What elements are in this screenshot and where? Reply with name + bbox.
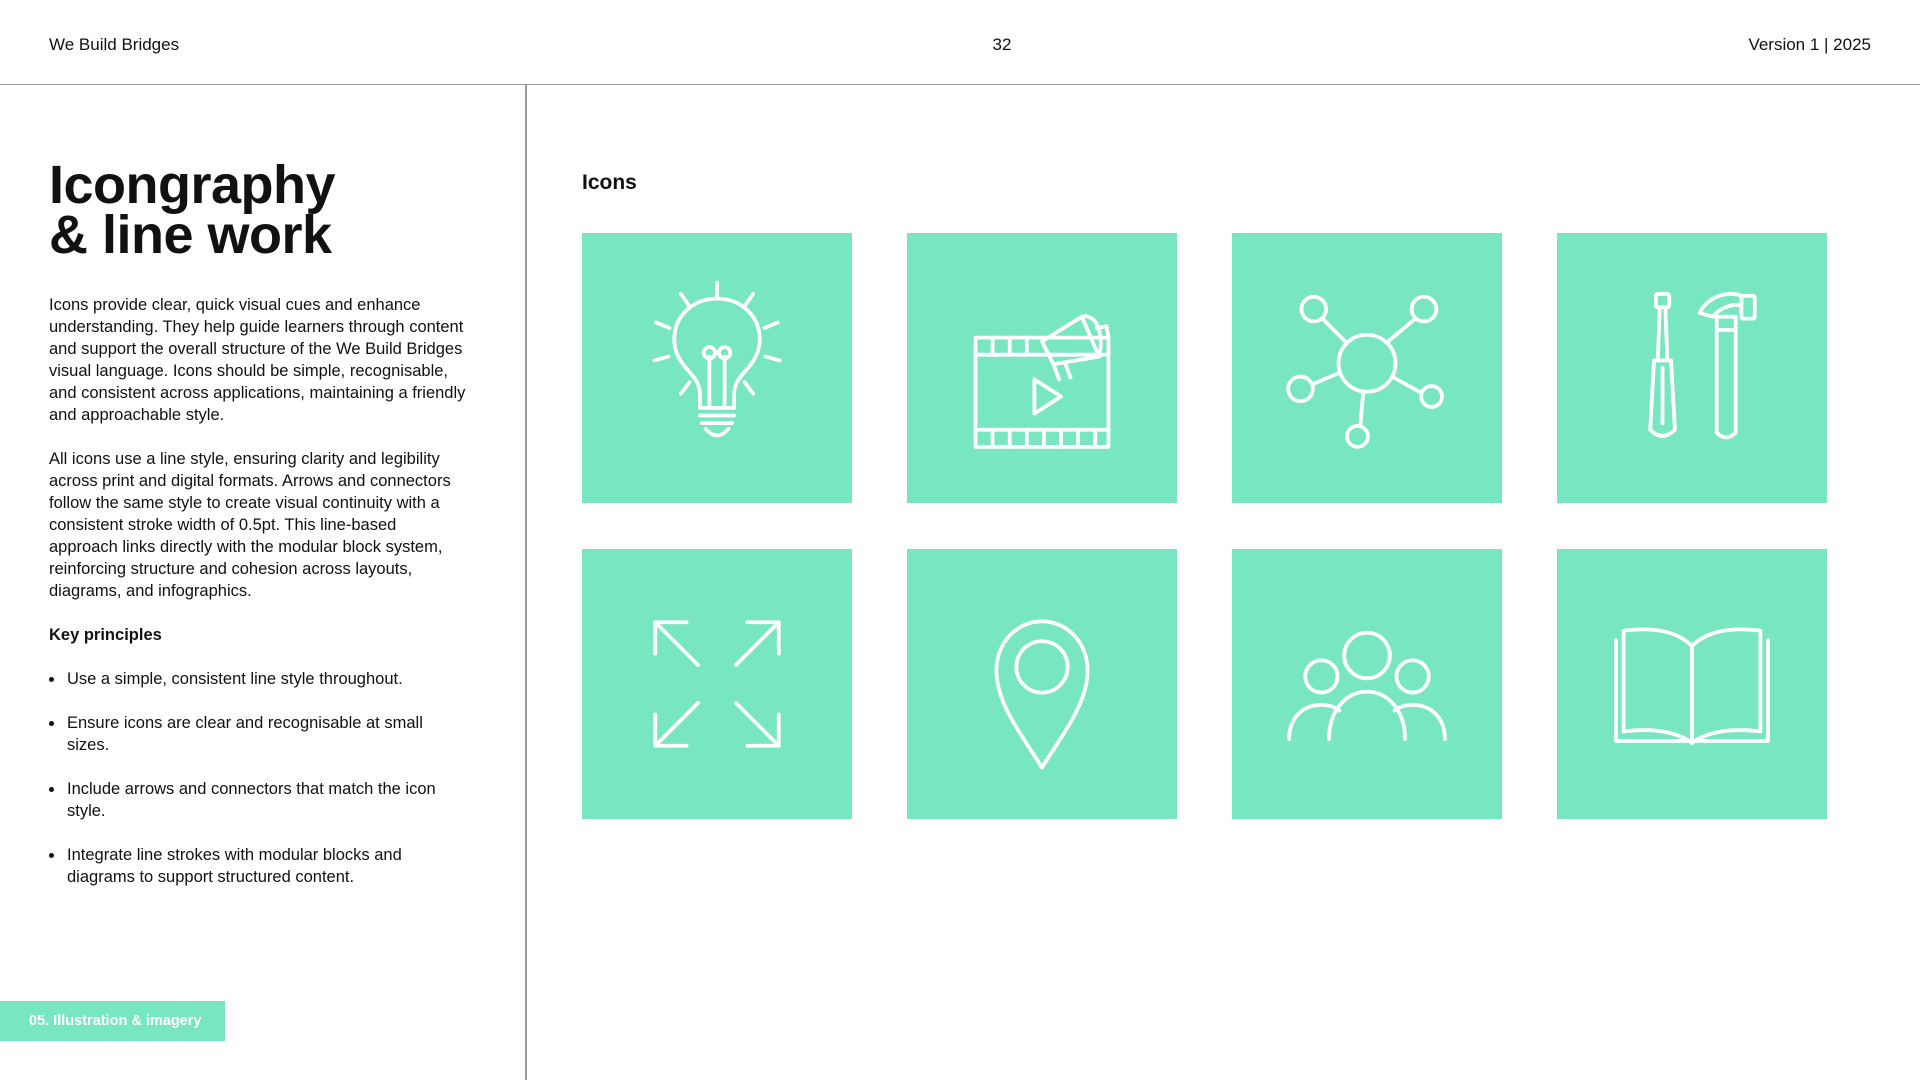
- bullet-icon: [49, 677, 54, 682]
- network-icon: [1286, 294, 1444, 449]
- icon-tile-expand-arrows: [582, 549, 852, 819]
- vertical-divider: [525, 85, 527, 1080]
- principle-text: Ensure icons are clear and recognisable …: [67, 714, 423, 754]
- page-title-line2: & line work: [49, 205, 332, 265]
- icon-tile-tools: [1557, 233, 1827, 503]
- section-tag: 05. Illustration & imagery: [0, 1001, 225, 1041]
- video-megaphone-icon: [973, 314, 1111, 449]
- principle-text: Integrate line strokes with modular bloc…: [67, 846, 402, 886]
- principle-text: Use a simple, consistent line style thro…: [67, 670, 403, 688]
- icon-tile-location-pin: [907, 549, 1177, 819]
- icon-tile-people-group: [1232, 549, 1502, 819]
- open-book-icon: [1614, 627, 1770, 745]
- principle-item: Include arrows and connectors that match…: [49, 778, 469, 822]
- principle-item: Ensure icons are clear and recognisable …: [49, 712, 469, 756]
- intro-paragraph: Icons provide clear, quick visual cues a…: [49, 296, 466, 424]
- lightbulb-icon: [652, 280, 782, 438]
- principle-item: Integrate line strokes with modular bloc…: [49, 844, 469, 888]
- location-pin-icon: [994, 619, 1090, 770]
- key-principles-heading: Key principles: [49, 626, 162, 644]
- icon-tile-open-book: [1557, 549, 1827, 819]
- left-column: Icongraphy & line work Icons provide cle…: [49, 155, 469, 910]
- icon-tile-lightbulb: [582, 233, 852, 503]
- line-style-paragraph: All icons use a line style, ensuring cla…: [49, 450, 451, 600]
- page-number: 32: [992, 35, 1012, 54]
- principle-text: Include arrows and connectors that match…: [67, 780, 436, 820]
- tools-icon: [1648, 292, 1757, 440]
- expand-arrows-icon: [653, 620, 781, 748]
- bullet-icon: [49, 721, 54, 726]
- key-principles-list: Use a simple, consistent line style thro…: [49, 668, 469, 888]
- icons-heading: Icons: [582, 171, 637, 194]
- page-title-line1: Icongraphy: [49, 155, 336, 215]
- page-title: Icongraphy & line work: [49, 155, 469, 265]
- people-group-icon: [1287, 630, 1447, 741]
- version-label: Version 1 | 2025: [1748, 35, 1871, 54]
- bullet-icon: [49, 853, 54, 858]
- principle-item: Use a simple, consistent line style thro…: [49, 668, 469, 690]
- icon-tile-network: [1232, 233, 1502, 503]
- page-header: We Build Bridges 32 Version 1 | 2025: [0, 0, 1920, 85]
- bullet-icon: [49, 787, 54, 792]
- icon-tile-video-megaphone: [907, 233, 1177, 503]
